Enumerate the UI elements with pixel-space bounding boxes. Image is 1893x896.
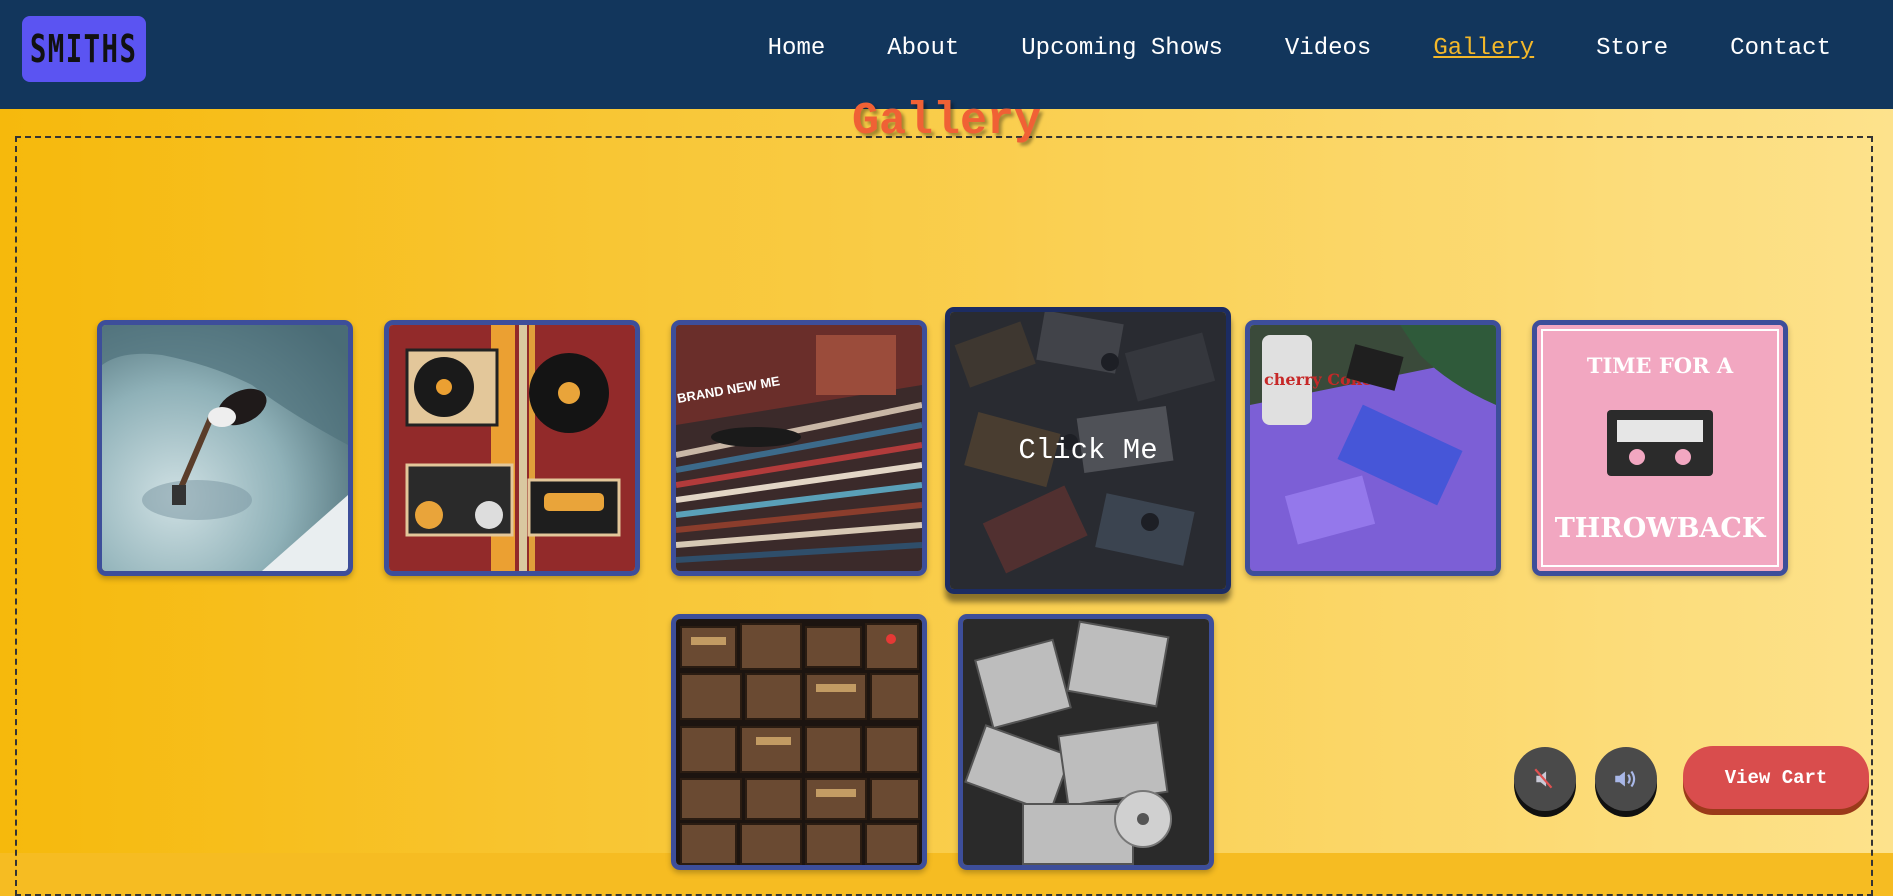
- brand-logo[interactable]: SMITHS: [22, 16, 146, 82]
- page-title: Gallery: [851, 96, 1042, 147]
- click-me-label: Click Me: [1018, 434, 1158, 467]
- nav-link-videos[interactable]: Videos: [1285, 35, 1371, 62]
- gallery-image-cd-stacks[interactable]: [958, 614, 1214, 870]
- cd-stacks-image: [963, 619, 1209, 865]
- nav-link-contact[interactable]: Contact: [1730, 35, 1831, 62]
- nav-link-about[interactable]: About: [887, 35, 959, 62]
- vintage-radios-image: [676, 619, 922, 865]
- guitar-pool-image: [102, 325, 348, 571]
- top-navbar: SMITHS Home About Upcoming Shows Videos …: [0, 0, 1893, 109]
- gallery-image-throwback-poster[interactable]: TIME FOR A THROWBACK: [1532, 320, 1788, 576]
- gallery-image-retro-poster[interactable]: [384, 320, 640, 576]
- unmute-button[interactable]: [1595, 747, 1657, 811]
- nav-link-home[interactable]: Home: [768, 35, 826, 62]
- gallery-image-cassettes[interactable]: Click Me: [945, 307, 1231, 594]
- view-cart-button[interactable]: View Cart: [1683, 746, 1869, 809]
- click-me-overlay[interactable]: Click Me: [950, 312, 1226, 589]
- mute-button[interactable]: [1514, 747, 1576, 811]
- poster-top-text: TIME FOR A: [1587, 353, 1734, 378]
- gallery-image-cherry-coke[interactable]: cherry Coke: [1245, 320, 1501, 576]
- poster-bottom-text: THROWBACK: [1555, 513, 1767, 544]
- speaker-on-icon: [1615, 770, 1636, 788]
- gallery-image-record-crates[interactable]: BRAND NEW ME: [671, 320, 927, 576]
- gallery-image-guitar-pool[interactable]: [97, 320, 353, 576]
- nav-link-gallery[interactable]: Gallery: [1433, 35, 1534, 62]
- gallery-image-vintage-radios[interactable]: [671, 614, 927, 870]
- nav-links: Home About Upcoming Shows Videos Gallery…: [768, 0, 1893, 96]
- cherry-coke-image: cherry Coke: [1250, 325, 1496, 571]
- brand-logo-text: SMITHS: [30, 27, 138, 71]
- throwback-poster-image: TIME FOR A THROWBACK: [1537, 325, 1783, 571]
- nav-link-upcoming-shows[interactable]: Upcoming Shows: [1021, 35, 1223, 62]
- retro-poster-image: [389, 325, 635, 571]
- nav-link-store[interactable]: Store: [1596, 35, 1668, 62]
- record-crates-image: BRAND NEW ME: [676, 325, 922, 571]
- speaker-muted-icon: [1534, 768, 1553, 789]
